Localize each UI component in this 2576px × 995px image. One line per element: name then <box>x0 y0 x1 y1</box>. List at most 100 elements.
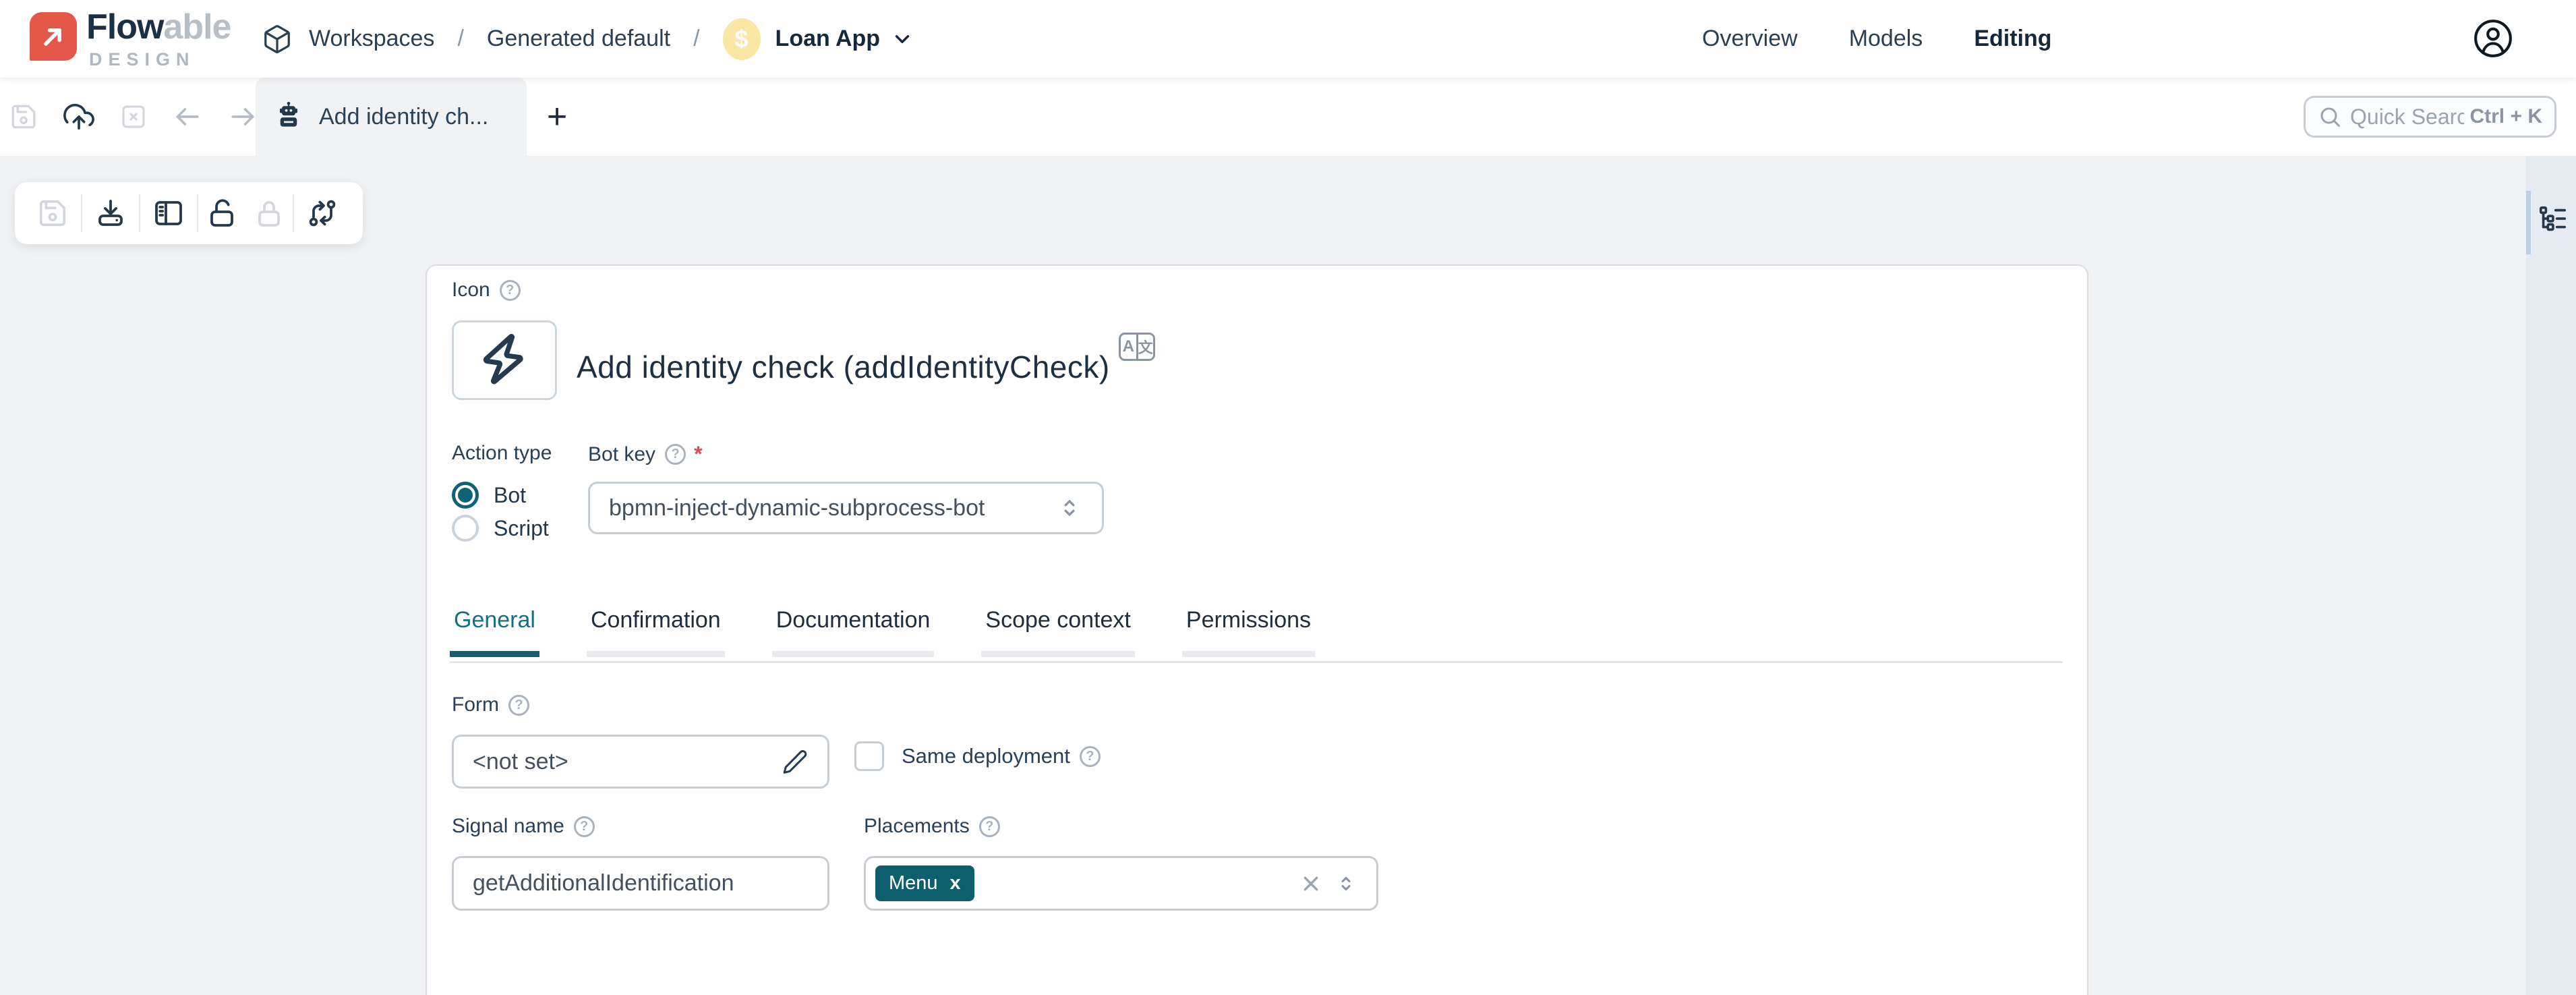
tabs-baseline <box>450 661 2063 663</box>
required-asterisk: * <box>694 442 702 467</box>
nav-item-models[interactable]: Models <box>1849 26 1923 52</box>
help-icon[interactable]: ? <box>508 695 529 716</box>
workspace-cube-icon <box>262 24 293 55</box>
translate-left-glyph: A <box>1121 335 1136 359</box>
brand-subtitle: DESIGN <box>89 51 231 69</box>
help-icon[interactable]: ? <box>574 816 595 837</box>
brand-text-bold: Flow <box>86 7 163 47</box>
new-tab-button[interactable]: + <box>537 78 577 156</box>
bot-key-label-text: Bot key <box>588 443 655 466</box>
action-properties-card: Icon ? Add identity check (addIdentityCh… <box>426 264 2088 995</box>
tab-bar-actions <box>9 78 258 156</box>
bot-key-label: Bot key ? * <box>588 442 703 467</box>
help-icon[interactable]: ? <box>1080 746 1101 767</box>
flowable-logo[interactable]: Flowable DESIGN <box>30 9 231 69</box>
same-deployment-checkbox[interactable] <box>854 741 884 771</box>
tab-permissions[interactable]: Permissions <box>1182 607 1315 657</box>
tab-label: Add identity ch... <box>319 104 488 130</box>
nav-item-overview[interactable]: Overview <box>1702 26 1798 52</box>
translate-right-glyph: 文 <box>1136 335 1154 359</box>
help-icon[interactable]: ? <box>500 280 521 301</box>
lightning-bolt-icon <box>473 329 535 391</box>
unlock-model-button[interactable] <box>198 182 245 244</box>
flowable-design-app: Flowable DESIGN Workspaces / Generated d… <box>0 0 2576 995</box>
quick-search-box[interactable]: Ctrl + K <box>2304 96 2556 138</box>
clear-selection-icon[interactable] <box>1301 874 1321 894</box>
signal-name-input[interactable]: getAdditionalIdentification <box>452 856 829 911</box>
chevron-down-icon[interactable] <box>891 28 914 51</box>
tab-add-identity-check[interactable]: Add identity ch... <box>256 78 527 156</box>
icon-field-label: Icon ? <box>452 279 521 302</box>
form-label-text: Form <box>452 693 499 716</box>
same-deployment-option[interactable]: Same deployment ? <box>854 741 1101 771</box>
placements-label-text: Placements <box>864 815 970 838</box>
arrow-right-icon <box>228 102 258 132</box>
git-compare-icon <box>306 197 339 229</box>
translate-icon[interactable]: A 文 <box>1119 333 1155 361</box>
chevrons-up-down-icon <box>1056 494 1083 521</box>
app-badge-icon: $ <box>723 18 761 60</box>
radio-script-label: Script <box>494 516 549 541</box>
placements-multiselect[interactable]: Menu x <box>864 856 1378 911</box>
icon-label-text: Icon <box>452 279 490 302</box>
arrow-up-right-icon <box>38 22 68 51</box>
save-icon <box>37 198 68 229</box>
redo-button[interactable] <box>228 102 258 132</box>
x-square-icon <box>120 103 147 130</box>
compare-versions-button[interactable] <box>294 182 351 244</box>
action-type-label: Action type <box>452 442 552 465</box>
tab-general[interactable]: General <box>450 607 539 657</box>
user-avatar[interactable] <box>2472 18 2514 59</box>
toggle-side-panel-button[interactable] <box>140 182 197 244</box>
top-navigation: Overview Models Editing <box>1702 0 2052 78</box>
panel-layout-icon <box>152 197 185 229</box>
publish-button[interactable] <box>63 101 94 132</box>
form-field-label: Form ? <box>452 693 529 716</box>
brand-text-light: able <box>163 7 231 47</box>
save-button[interactable] <box>24 182 81 244</box>
panel-resize-handle[interactable] <box>2526 191 2531 254</box>
arrow-left-icon <box>173 102 202 132</box>
unlock-icon <box>206 197 238 229</box>
close-variable-button[interactable] <box>120 103 147 130</box>
tab-confirmation[interactable]: Confirmation <box>587 607 725 657</box>
breadcrumb-workspaces[interactable]: Workspaces <box>309 26 434 52</box>
signal-name-label-text: Signal name <box>452 815 564 838</box>
download-model-button[interactable] <box>82 182 139 244</box>
undo-button[interactable] <box>173 102 202 132</box>
user-icon <box>2472 18 2514 59</box>
save-model-button[interactable] <box>9 103 38 131</box>
placements-label: Placements ? <box>864 815 1000 838</box>
bot-key-value: bpmn-inject-dynamic-subprocess-bot <box>609 495 1056 521</box>
model-tree-toggle-button[interactable] <box>2537 204 2568 235</box>
save-icon <box>9 103 38 131</box>
tab-documentation[interactable]: Documentation <box>772 607 935 657</box>
quick-search-input[interactable] <box>2349 104 2465 130</box>
action-icon-picker[interactable] <box>452 320 557 400</box>
help-icon[interactable]: ? <box>665 444 686 465</box>
tag-remove-icon[interactable]: x <box>950 872 961 894</box>
form-reference-input[interactable]: <not set> <box>452 735 829 789</box>
placement-tag-menu: Menu x <box>875 865 974 901</box>
pencil-edit-icon[interactable] <box>782 748 809 775</box>
lock-model-button[interactable] <box>245 182 293 244</box>
breadcrumb-workspace-name[interactable]: Generated default <box>487 26 670 52</box>
radio-selected-icon <box>452 482 479 509</box>
cloud-upload-icon <box>63 101 94 132</box>
chevrons-up-down-icon <box>1335 872 1357 895</box>
search-shortcut-hint: Ctrl + K <box>2469 105 2542 128</box>
same-deployment-label: Same deployment ? <box>902 744 1101 768</box>
breadcrumb-app-name[interactable]: Loan App <box>775 26 881 52</box>
bot-key-select[interactable]: bpmn-inject-dynamic-subprocess-bot <box>588 482 1104 534</box>
help-icon[interactable]: ? <box>979 816 1000 837</box>
signal-name-value: getAdditionalIdentification <box>473 870 809 897</box>
signal-name-label: Signal name ? <box>452 815 595 838</box>
flowable-logo-icon <box>30 12 77 61</box>
tab-scope-context[interactable]: Scope context <box>981 607 1134 657</box>
flowable-wordmark: Flowable DESIGN <box>86 9 231 69</box>
search-icon <box>2318 105 2342 129</box>
breadcrumb-separator: / <box>693 26 699 52</box>
radio-option-script[interactable]: Script <box>452 515 549 542</box>
nav-item-editing[interactable]: Editing <box>1974 26 2051 52</box>
radio-option-bot[interactable]: Bot <box>452 482 526 509</box>
